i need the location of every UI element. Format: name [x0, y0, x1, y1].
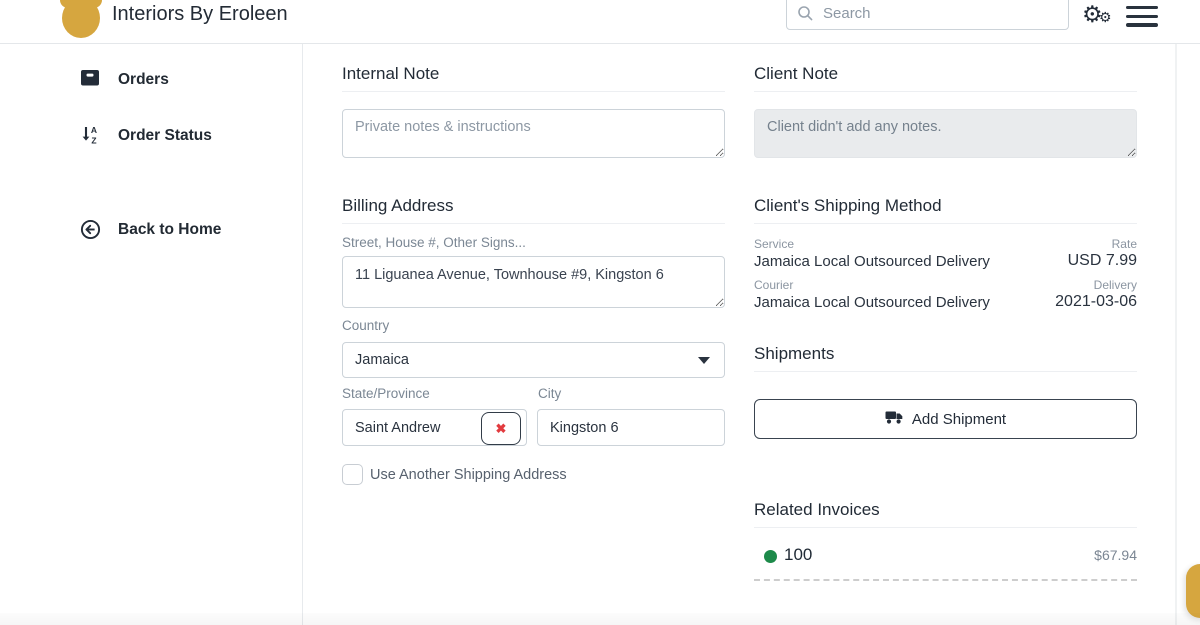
- sidebar-item-label: Back to Home: [118, 221, 221, 239]
- left-column: Internal Note Billing Address Street, Ho…: [342, 0, 725, 625]
- x-icon: ✖: [496, 422, 507, 435]
- svg-text:A: A: [91, 125, 97, 135]
- divider: [754, 223, 1137, 224]
- divider: [754, 371, 1137, 372]
- use-another-shipping-checkbox[interactable]: [342, 464, 363, 485]
- shipments-title: Shipments: [754, 344, 834, 364]
- invoice-amount: $67.94: [1094, 547, 1137, 563]
- shipping-method-title: Client's Shipping Method: [754, 196, 942, 216]
- right-column: Client Note Client didn't add any notes.…: [754, 0, 1137, 625]
- sidebar-item-orders[interactable]: Orders: [0, 69, 300, 101]
- street-label: Street, House #, Other Signs...: [342, 235, 526, 250]
- delivery-label: Delivery: [1094, 278, 1137, 292]
- service-value: Jamaica Local Outsourced Delivery: [754, 253, 990, 270]
- country-label: Country: [342, 318, 389, 333]
- state-label: State/Province: [342, 386, 430, 401]
- dashed-divider: [754, 579, 1137, 581]
- divider: [754, 527, 1137, 528]
- internal-note-textarea[interactable]: [342, 109, 725, 158]
- settings-cogs-icon[interactable]: ⚙ ⚙: [1082, 0, 1116, 32]
- billing-address-title: Billing Address: [342, 196, 454, 216]
- footer-shade: [0, 613, 1200, 625]
- search-icon: [797, 5, 813, 26]
- sidebar-item-label: Orders: [118, 71, 169, 89]
- menu-hamburger-icon[interactable]: [1126, 6, 1158, 28]
- archive-icon: [80, 69, 100, 92]
- related-invoices-title: Related Invoices: [754, 500, 880, 520]
- add-shipment-button[interactable]: Add Shipment: [754, 399, 1137, 439]
- divider: [754, 91, 1137, 92]
- truck-icon: [885, 410, 903, 429]
- invoice-number: 100: [784, 545, 812, 565]
- search-input[interactable]: [786, 0, 1069, 30]
- gear-small-icon: ⚙: [1099, 9, 1112, 25]
- arrow-circle-left-icon: [80, 219, 101, 245]
- sidebar-item-back-to-home[interactable]: Back to Home: [0, 219, 300, 251]
- sidebar-item-order-status[interactable]: A Z Order Status: [0, 125, 300, 157]
- brand-title: Interiors By Eroleen: [112, 3, 288, 26]
- client-note-title: Client Note: [754, 64, 838, 84]
- country-selected-value: Jamaica: [355, 352, 409, 368]
- delivery-value: 2021-03-06: [1055, 293, 1137, 311]
- divider: [342, 91, 725, 92]
- floating-action-button[interactable]: [1186, 564, 1200, 618]
- rate-value: USD 7.99: [1068, 252, 1137, 270]
- internal-note-title: Internal Note: [342, 64, 439, 84]
- sidebar-divider: [302, 43, 303, 625]
- invoice-status-dot: [764, 550, 777, 563]
- divider: [342, 223, 725, 224]
- service-label: Service: [754, 237, 794, 251]
- country-select[interactable]: Jamaica: [342, 342, 725, 378]
- city-label: City: [538, 386, 561, 401]
- svg-text:Z: Z: [91, 136, 96, 145]
- content-right-divider: [1175, 43, 1177, 625]
- chevron-down-icon: [698, 357, 710, 364]
- city-input[interactable]: [537, 409, 725, 446]
- sidebar-item-label: Order Status: [118, 127, 212, 145]
- courier-value: Jamaica Local Outsourced Delivery: [754, 294, 990, 311]
- add-shipment-label: Add Shipment: [912, 411, 1006, 428]
- top-bar: Interiors By Eroleen ⚙ ⚙: [0, 0, 1200, 44]
- client-note-textarea: Client didn't add any notes.: [754, 109, 1137, 158]
- sort-alpha-down-icon: A Z: [80, 125, 100, 150]
- brand-logo-icon[interactable]: [58, 0, 106, 43]
- street-textarea[interactable]: 11 Liguanea Avenue, Townhouse #9, Kingst…: [342, 256, 725, 308]
- rate-label: Rate: [1112, 237, 1137, 251]
- clear-state-button[interactable]: ✖: [481, 412, 521, 445]
- invoice-row[interactable]: 100 $67.94: [754, 543, 1137, 573]
- courier-label: Courier: [754, 278, 793, 292]
- search-box: [786, 0, 1069, 30]
- use-another-shipping-label: Use Another Shipping Address: [370, 467, 567, 483]
- order-details-page: Interiors By Eroleen ⚙ ⚙ Or: [0, 0, 1200, 625]
